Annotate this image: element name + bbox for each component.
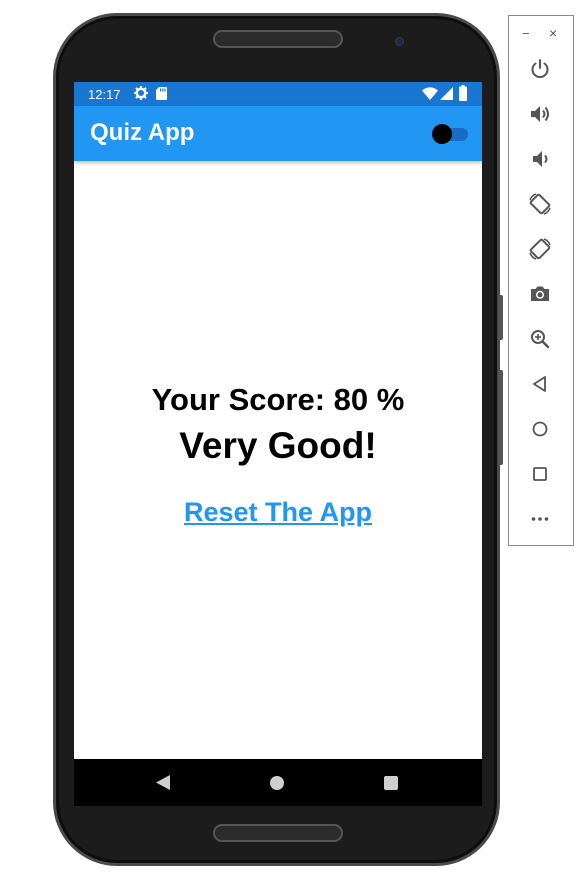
app-title: Quiz App xyxy=(90,119,195,146)
rotate-left-icon[interactable] xyxy=(528,192,552,216)
back-icon[interactable] xyxy=(528,372,552,396)
top-speaker xyxy=(213,30,343,48)
zoom-icon[interactable] xyxy=(528,327,552,351)
settings-gear-icon xyxy=(134,86,148,100)
wifi-icon xyxy=(422,87,438,100)
result-verdict-text: Very Good! xyxy=(179,425,377,466)
status-bar: 12:17 xyxy=(74,82,482,106)
status-time: 12:17 xyxy=(88,87,121,102)
cell-signal-icon xyxy=(440,87,453,100)
score-text: Your Score: 80 % xyxy=(151,382,405,417)
volume-down-icon[interactable] xyxy=(528,147,552,171)
emulator-toolbar: − × xyxy=(508,15,574,546)
nav-recents-icon[interactable] xyxy=(384,776,398,790)
app-bar: Quiz App xyxy=(74,106,482,161)
bottom-speaker xyxy=(213,824,343,842)
nav-back-icon[interactable] xyxy=(156,775,170,790)
battery-icon xyxy=(459,85,467,101)
home-icon[interactable] xyxy=(528,417,552,441)
nav-home-icon[interactable] xyxy=(270,776,284,790)
side-button-power xyxy=(498,370,503,465)
camera-icon[interactable] xyxy=(528,282,552,306)
minimize-button[interactable]: − xyxy=(522,26,530,41)
navigation-bar xyxy=(74,759,482,806)
toggle-thumb xyxy=(432,124,452,144)
side-button-volume xyxy=(498,295,503,340)
front-camera xyxy=(395,37,404,46)
more-icon[interactable] xyxy=(528,507,552,531)
reset-app-button[interactable]: Reset The App xyxy=(74,497,482,528)
volume-up-icon[interactable] xyxy=(528,102,552,126)
rotate-right-icon[interactable] xyxy=(528,237,552,261)
phone-screen: 12:17 Quiz App Your Score: 80 % Very Goo… xyxy=(74,82,482,806)
theme-toggle-switch[interactable] xyxy=(432,124,470,144)
overview-icon[interactable] xyxy=(528,462,552,486)
close-button[interactable]: × xyxy=(549,25,557,41)
sd-card-icon xyxy=(156,87,167,100)
power-icon[interactable] xyxy=(528,57,552,81)
